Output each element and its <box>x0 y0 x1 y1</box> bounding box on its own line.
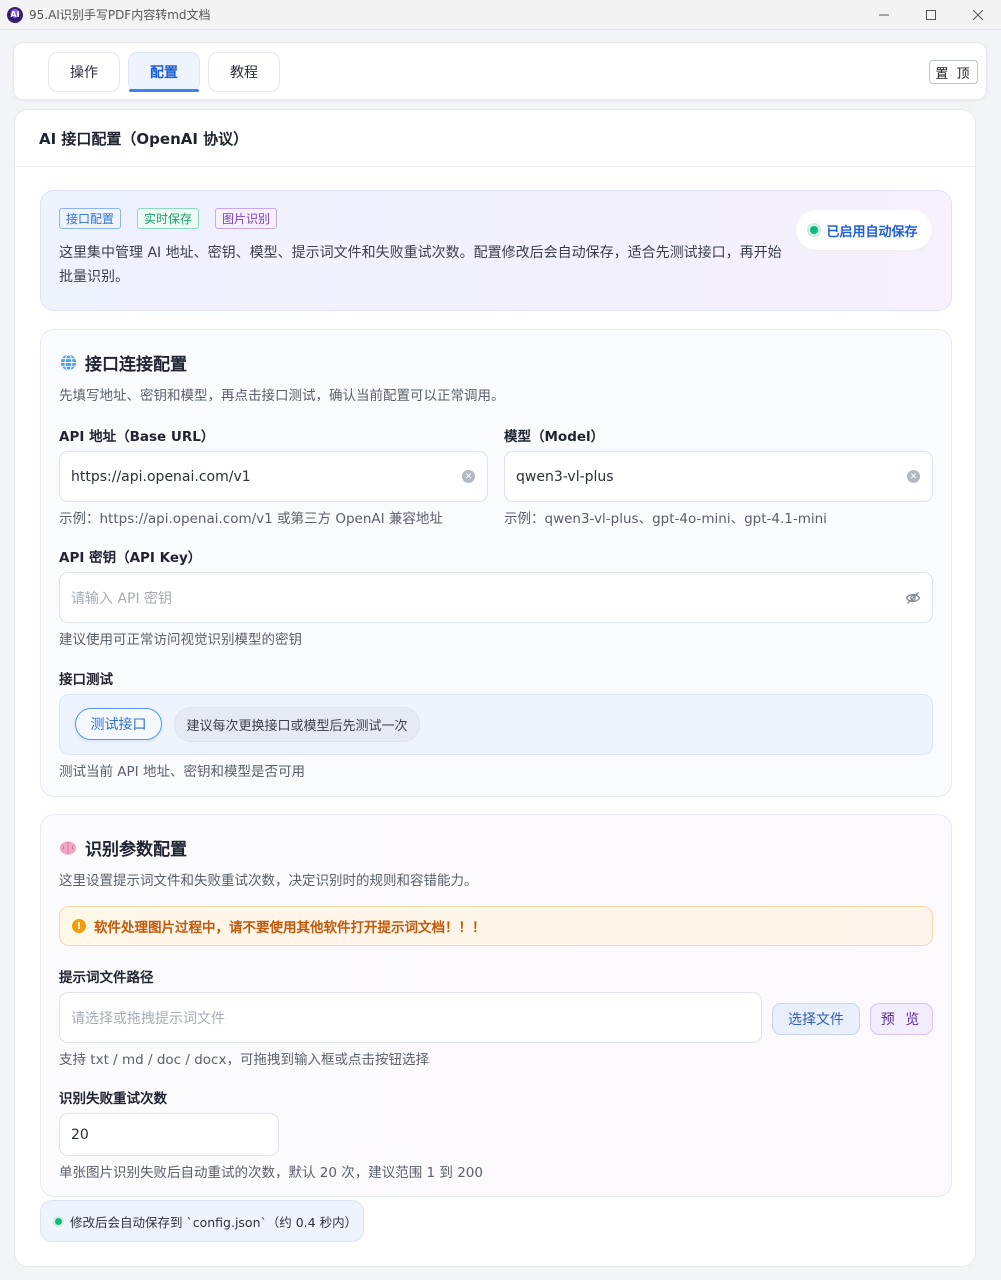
retry-hint: 单张图片识别失败后自动重试的次数，默认 20 次，建议范围 1 到 200 <box>59 1165 483 1181</box>
connection-section: 接口连接配置 先填写地址、密钥和模型，再点击接口测试，确认当前配置可以正常调用。… <box>40 329 952 797</box>
brain-icon <box>59 839 77 857</box>
model-label: 模型（Model） <box>504 429 605 445</box>
api-key-label: API 密钥（API Key） <box>59 550 202 566</box>
model-hint: 示例：qwen3-vl-plus、gpt-4o-mini、gpt-4.1-min… <box>504 511 827 527</box>
badge-interface-config: 接口配置 <box>59 208 122 229</box>
warning-icon: ! <box>72 919 86 933</box>
connection-title-text: 接口连接配置 <box>85 355 187 375</box>
window-title: 95.AI识别手写PDF内容转md文档 <box>29 8 211 22</box>
test-hint: 测试当前 API 地址、密钥和模型是否可用 <box>59 764 305 780</box>
clear-icon[interactable]: ✕ <box>462 470 475 483</box>
test-label: 接口测试 <box>59 672 113 688</box>
intro-badges: 接口配置 实时保存 图片识别 <box>59 208 278 229</box>
window-titlebar: AI 95.AI识别手写PDF内容转md文档 <box>0 0 1001 30</box>
prompt-file-placeholder: 请选择或拖拽提示词文件 <box>71 1010 225 1027</box>
recognition-title-text: 识别参数配置 <box>85 840 187 860</box>
connection-description: 先填写地址、密钥和模型，再点击接口测试，确认当前配置可以正常调用。 <box>59 388 505 404</box>
tab-config[interactable]: 配置 <box>128 52 200 92</box>
autosave-status-badge: 已启用自动保存 <box>796 210 932 250</box>
recognition-section-title: 识别参数配置 <box>59 835 187 860</box>
api-key-hint: 建议使用可正常访问视觉识别模型的密钥 <box>59 632 302 648</box>
model-value: qwen3-vl-plus <box>516 468 614 485</box>
autosave-footer-note: 修改后会自动保存到 `config.json`（约 0.4 秒内） <box>40 1200 364 1242</box>
footer-note-text: 修改后会自动保存到 `config.json`（约 0.4 秒内） <box>70 1214 358 1230</box>
test-box: 测试接口 建议每次更换接口或模型后先测试一次 <box>59 694 933 755</box>
retry-label: 识别失败重试次数 <box>59 1091 167 1107</box>
model-input[interactable]: qwen3-vl-plus ✕ <box>504 451 933 502</box>
preview-button[interactable]: 预 览 <box>870 1003 933 1035</box>
badge-image-recognition: 图片识别 <box>215 208 278 229</box>
tab-bar: 操作 配置 教程 置 顶 <box>13 42 987 100</box>
recognition-section: 识别参数配置 这里设置提示词文件和失败重试次数，决定识别时的规则和容错能力。 !… <box>40 814 952 1197</box>
retry-count-input[interactable]: 20 <box>59 1113 279 1156</box>
retry-count-value: 20 <box>71 1126 89 1143</box>
prompt-file-hint: 支持 txt / md / doc / docx，可拖拽到输入框或点击按钮选择 <box>59 1052 429 1068</box>
status-dot-icon <box>55 1217 62 1225</box>
api-url-hint: 示例：https://api.openai.com/v1 或第三方 OpenAI… <box>59 511 443 527</box>
warning-banner: ! 软件处理图片过程中，请不要使用其他软件打开提示词文档！！！ <box>59 906 933 946</box>
clear-icon[interactable]: ✕ <box>907 470 920 483</box>
autosave-label: 已启用自动保存 <box>826 224 918 240</box>
intro-banner: 接口配置 实时保存 图片识别 这里集中管理 AI 地址、密钥、模型、提示词文件和… <box>40 190 952 311</box>
tab-tutorial[interactable]: 教程 <box>208 52 280 92</box>
connection-section-title: 接口连接配置 <box>59 350 187 375</box>
app-logo-icon: AI <box>7 6 23 23</box>
tab-operate[interactable]: 操作 <box>48 52 120 92</box>
api-key-placeholder: 请输入 API 密钥 <box>71 590 173 607</box>
maximize-icon[interactable] <box>907 0 954 30</box>
prompt-file-input[interactable]: 请选择或拖拽提示词文件 <box>59 992 762 1043</box>
globe-icon <box>59 354 77 372</box>
select-file-button[interactable]: 选择文件 <box>772 1003 860 1035</box>
api-key-input[interactable]: 请输入 API 密钥 <box>59 572 933 623</box>
warning-text: 软件处理图片过程中，请不要使用其他软件打开提示词文档！！！ <box>94 920 486 936</box>
intro-description: 这里集中管理 AI 地址、密钥、模型、提示词文件和失败重试次数。配置修改后会自动… <box>59 245 782 285</box>
api-url-value: https://api.openai.com/v1 <box>71 468 251 485</box>
test-tip: 建议每次更换接口或模型后先测试一次 <box>174 707 420 742</box>
badge-realtime-save: 实时保存 <box>137 208 200 229</box>
window-controls <box>860 0 1001 30</box>
close-icon[interactable] <box>954 0 1001 30</box>
page-title: AI 接口配置（OpenAI 协议） <box>15 110 975 167</box>
api-url-input[interactable]: https://api.openai.com/v1 ✕ <box>59 451 488 502</box>
minimize-icon[interactable] <box>860 0 907 30</box>
prompt-file-label: 提示词文件路径 <box>59 970 154 986</box>
recognition-description: 这里设置提示词文件和失败重试次数，决定识别时的规则和容错能力。 <box>59 873 478 889</box>
status-dot-icon <box>810 226 819 234</box>
eye-off-icon[interactable] <box>905 590 921 610</box>
api-url-label: API 地址（Base URL） <box>59 429 215 445</box>
pin-top-button[interactable]: 置 顶 <box>929 60 978 84</box>
config-panel: AI 接口配置（OpenAI 协议） 接口配置 实时保存 图片识别 这里集中管理… <box>14 109 976 1267</box>
test-interface-button[interactable]: 测试接口 <box>75 708 162 740</box>
